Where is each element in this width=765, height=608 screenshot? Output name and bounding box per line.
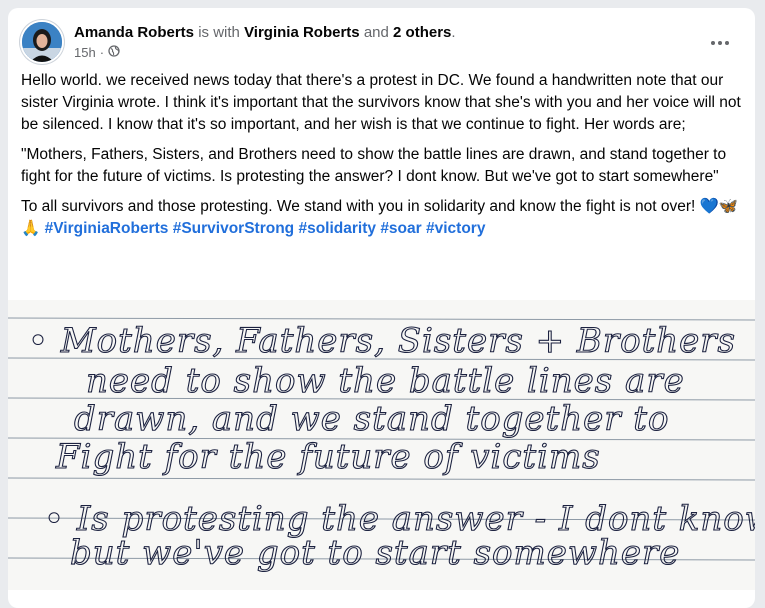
handwritten-note: • Mothers, Fathers, Sisters + Brothers n… — [8, 300, 755, 590]
timestamp[interactable]: 15h — [74, 45, 96, 61]
avatar[interactable] — [20, 20, 64, 64]
avatar-image — [22, 22, 62, 62]
more-horizontal-icon[interactable] — [705, 28, 735, 58]
post-paragraph-3: To all survivors and those protesting. W… — [21, 196, 743, 240]
hashtag-survivorstrong[interactable]: #SurvivorStrong — [173, 220, 294, 237]
note-line-2: need to show the battle lines are — [86, 361, 685, 401]
closing-text: To all survivors and those protesting. W… — [21, 198, 696, 215]
and-text: and — [363, 24, 389, 41]
hashtag-virginiaroberts[interactable]: #VirginiaRoberts — [45, 220, 169, 237]
post-paragraph-1: Hello world. we received news today that… — [21, 72, 741, 133]
tagged-person[interactable]: Virginia Roberts — [244, 24, 360, 41]
hashtag-soar[interactable]: #soar — [380, 220, 421, 237]
others-link[interactable]: 2 others — [393, 24, 451, 41]
post-paragraph-2: "Mothers, Fathers, Sisters, and Brothers… — [21, 146, 727, 185]
period: . — [451, 24, 456, 41]
handwritten-note-photo[interactable]: • Mothers, Fathers, Sisters + Brothers n… — [8, 300, 755, 590]
author-line: Amanda Roberts is with Virginia Roberts … — [74, 23, 456, 43]
meta-separator: · — [99, 45, 105, 60]
note-line-6: but we've got to start somewhere — [70, 533, 680, 573]
post-meta: 15h · — [74, 45, 120, 61]
post-header: Amanda Roberts is with Virginia Roberts … — [20, 18, 743, 66]
hashtag-solidarity[interactable]: #solidarity — [298, 220, 376, 237]
with-text: is with — [198, 24, 240, 41]
post-card: Amanda Roberts is with Virginia Roberts … — [8, 8, 755, 608]
hashtag-victory[interactable]: #victory — [426, 220, 485, 237]
globe-icon[interactable] — [108, 45, 120, 61]
note-line-1: • Mothers, Fathers, Sisters + Brothers — [28, 321, 736, 361]
note-line-3: drawn, and we stand together to — [74, 399, 669, 439]
post-body: Hello world. we received news today that… — [21, 70, 743, 248]
note-line-4: Fight for the future of victims — [55, 437, 601, 477]
author-name[interactable]: Amanda Roberts — [74, 24, 194, 41]
